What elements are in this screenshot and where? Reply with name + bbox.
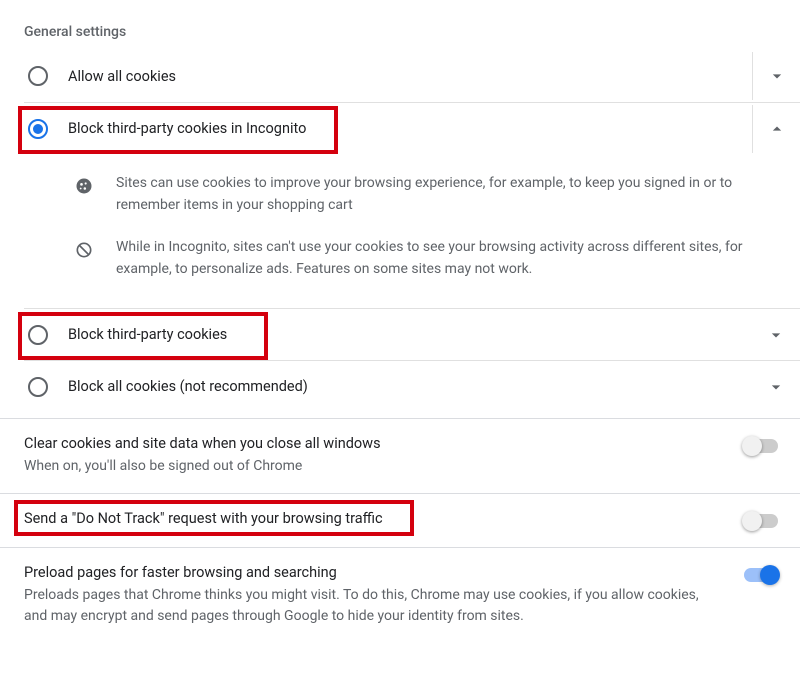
switch-control[interactable] <box>744 435 784 453</box>
switch-on-icon <box>744 568 778 582</box>
radio-icon[interactable] <box>28 325 48 345</box>
chevron-down-icon <box>766 325 786 345</box>
cookie-options-list: Allow all cookies Block third-party cook… <box>0 50 800 412</box>
toggle-title: Preload pages for faster browsing and se… <box>24 564 720 585</box>
toggle-title: Send a "Do Not Track" request with your … <box>24 510 720 531</box>
toggle-texts: Send a "Do Not Track" request with your … <box>24 510 744 531</box>
collapse-button[interactable] <box>752 105 800 153</box>
toggle-do-not-track[interactable]: Send a "Do Not Track" request with your … <box>0 493 800 547</box>
switch-control[interactable] <box>744 564 784 582</box>
expand-button[interactable] <box>752 52 800 100</box>
option-label: Block third-party cookies in Incognito <box>68 106 744 151</box>
expand-button[interactable] <box>752 363 800 411</box>
chevron-down-icon <box>766 377 786 397</box>
option-label: Allow all cookies <box>68 54 744 99</box>
option-label: Block all cookies (not recommended) <box>68 364 744 409</box>
expand-button[interactable] <box>752 311 800 359</box>
option-label: Block third-party cookies <box>68 312 744 357</box>
switch-control[interactable] <box>744 510 784 528</box>
toggle-clear-on-close[interactable]: Clear cookies and site data when you clo… <box>0 418 800 493</box>
option-block-incognito-details: Sites can use cookies to improve your br… <box>24 154 800 308</box>
detail-item: Sites can use cookies to improve your br… <box>24 162 800 226</box>
toggle-preload-pages[interactable]: Preload pages for faster browsing and se… <box>0 547 800 643</box>
radio-icon[interactable] <box>28 119 48 139</box>
switch-off-icon <box>744 514 778 528</box>
cookie-icon <box>72 172 96 216</box>
settings-panel: General settings Allow all cookies Block… <box>0 0 800 643</box>
option-block-all-cookies[interactable]: Block all cookies (not recommended) <box>24 360 800 412</box>
toggle-texts: Preload pages for faster browsing and se… <box>24 564 744 627</box>
detail-item: While in Incognito, sites can't use your… <box>24 226 800 290</box>
detail-text: While in Incognito, sites can't use your… <box>116 236 752 280</box>
toggle-texts: Clear cookies and site data when you clo… <box>24 435 744 477</box>
toggle-subtitle: Preloads pages that Chrome thinks you mi… <box>24 585 720 627</box>
option-block-incognito[interactable]: Block third-party cookies in Incognito <box>24 102 800 154</box>
option-block-third-party[interactable]: Block third-party cookies <box>24 308 800 360</box>
toggle-title: Clear cookies and site data when you clo… <box>24 435 720 456</box>
chevron-down-icon <box>767 66 787 86</box>
option-allow-all-cookies[interactable]: Allow all cookies <box>24 50 800 102</box>
toggle-subtitle: When on, you'll also be signed out of Ch… <box>24 456 720 477</box>
radio-icon[interactable] <box>28 377 48 397</box>
section-title: General settings <box>0 0 800 50</box>
detail-text: Sites can use cookies to improve your br… <box>116 172 752 216</box>
radio-icon[interactable] <box>28 66 48 86</box>
block-icon <box>72 236 96 280</box>
switch-off-icon <box>744 439 778 453</box>
chevron-up-icon <box>767 119 787 139</box>
